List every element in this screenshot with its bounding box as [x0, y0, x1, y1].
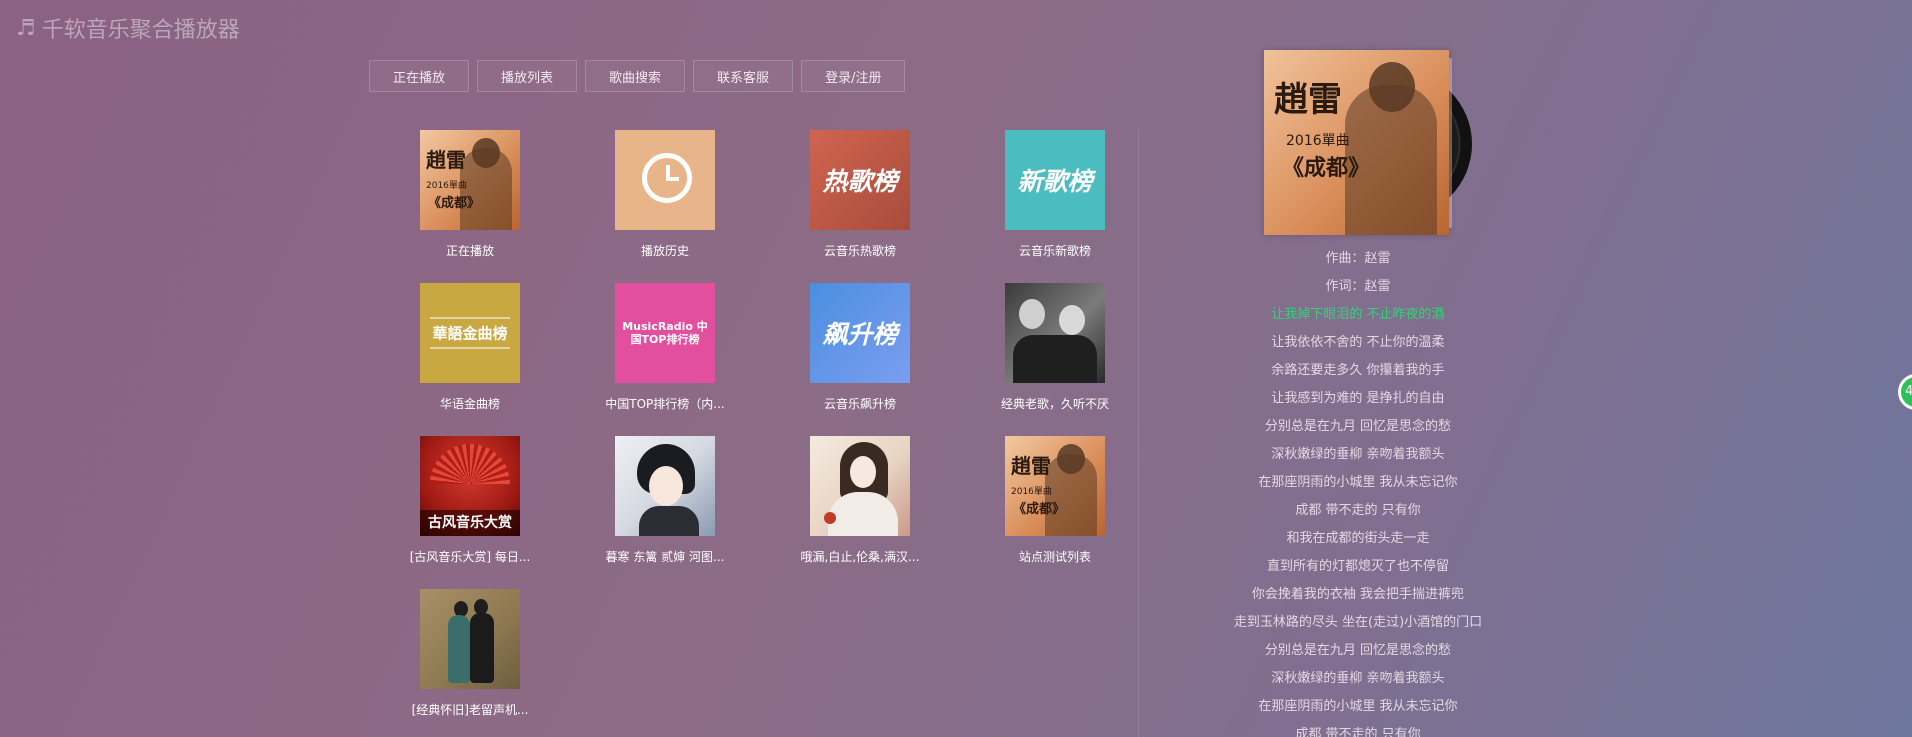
cover-year: 2016單曲 — [1011, 487, 1052, 497]
cover-year: 2016單曲 — [426, 181, 467, 191]
girl-face — [850, 456, 876, 488]
anime-face — [649, 466, 683, 506]
cover-signature: 趙雷 — [1011, 454, 1051, 478]
playlist-cover-zhao-lei: 趙雷 2016單曲 《成都》 — [1005, 436, 1105, 536]
cover-text: MusicRadio 中国TOP排行榜 — [622, 320, 708, 346]
playlist-tile-top[interactable]: MusicRadio 中国TOP排行榜 中国TOP排行榜（内... — [590, 283, 740, 412]
nav-now-playing-button[interactable]: 正在播放 — [369, 60, 470, 92]
lyric-line: 走到玉林路的尽头 坐在(走过)小酒馆的门口 — [1233, 615, 1483, 630]
cover-text: 热歌榜 — [822, 167, 898, 196]
lyric-line: 直到所有的灯都熄灭了也不停留 — [1266, 559, 1449, 574]
figure-robe — [448, 615, 470, 683]
playlist-tile-now-playing[interactable]: 趙雷 2016單曲 《成都》 正在播放 — [395, 130, 545, 259]
top-nav: 正在播放 播放列表 歌曲搜索 联系客服 登录/注册 — [369, 60, 906, 92]
lyric-line: 和我在成都的街头走一走 — [1286, 531, 1430, 546]
playlist-cover-hot: 热歌榜 — [810, 130, 910, 230]
playlist-tile-rise[interactable]: 飙升榜 云音乐飙升榜 — [785, 283, 935, 412]
album-signature: 趙雷 — [1274, 80, 1342, 120]
playlist-label: 暮寒 东篱 贰婶 河图... — [605, 550, 725, 564]
playlist-tile-gold[interactable]: 華語金曲榜 华语金曲榜 — [395, 283, 545, 412]
playlist-label: 正在播放 — [445, 244, 494, 258]
cover-figure-body — [1045, 454, 1097, 536]
cover-signature: 趙雷 — [426, 148, 466, 172]
lyric-line: 让我感到为难的 是挣扎的自由 — [1271, 391, 1445, 406]
history-clock-icon — [642, 153, 692, 203]
playlist-tile-hot[interactable]: 热歌榜 云音乐热歌榜 — [785, 130, 935, 259]
app-title-text: 千软音乐聚合播放器 — [41, 18, 240, 43]
lyric-line: 深秋嫩绿的垂柳 亲吻着我额头 — [1271, 447, 1445, 462]
lyric-line: 分别总是在九月 回忆是思念的愁 — [1264, 643, 1452, 658]
playlist-tile-ancient-girl[interactable]: 哦漏,白止,伦桑,满汉... — [785, 436, 935, 565]
photo-face — [1059, 305, 1085, 335]
playlist-tile-ancient[interactable]: 古风音乐大赏 [古风音乐大赏] 每日... — [395, 436, 545, 565]
playlist-cover-old-photo — [1005, 283, 1105, 383]
cover-title: 《成都》 — [428, 196, 481, 211]
cover-title: 《成都》 — [1013, 502, 1066, 517]
now-playing-album-art[interactable]: 趙雷 2016單曲 《成都》 — [1264, 50, 1449, 235]
lyric-line: 成都 带不走的 只有你 — [1295, 503, 1421, 518]
lyric-line: 成都 带不走的 只有你 — [1295, 727, 1421, 737]
app-title: ♬ 千软音乐聚合播放器 — [16, 12, 240, 44]
umbrella-shape — [430, 444, 510, 484]
playlist-cover-ancient: 古风音乐大赏 — [420, 436, 520, 536]
playlist-tile-oldies[interactable]: 经典老歌，久听不厌 — [980, 283, 1130, 412]
playlist-label: [古风音乐大赏] 每日... — [409, 550, 531, 564]
playlist-tile-classic[interactable]: [经典怀旧]老留声机... — [395, 589, 545, 718]
lyric-line: 作词：赵雷 — [1325, 279, 1391, 294]
playlist-label: 云音乐飙升榜 — [823, 397, 896, 411]
lyric-line: 你会挽着我的衣袖 我会把手揣进裤兜 — [1251, 587, 1465, 602]
playlist-label: 哦漏,白止,伦桑,满汉... — [800, 550, 920, 564]
playlist-label: 中国TOP排行榜（内... — [605, 397, 725, 411]
playlist-cover-classic-couple — [420, 589, 520, 689]
playlist-cover-top: MusicRadio 中国TOP排行榜 — [615, 283, 715, 383]
playlist-label: 经典老歌，久听不厌 — [1000, 397, 1109, 411]
playlist-label: 云音乐热歌榜 — [823, 244, 896, 258]
cover-text: 古风音乐大赏 — [420, 510, 520, 536]
photo-face — [1019, 299, 1045, 329]
music-note-icon: ♬ — [16, 15, 36, 41]
girl-robe — [828, 492, 898, 536]
playlist-cover-ancient-girl — [810, 436, 910, 536]
figure-robe — [470, 613, 494, 683]
playlist-cover-history — [615, 130, 715, 230]
cover-text: 華語金曲榜 — [430, 317, 510, 349]
nav-song-search-button[interactable]: 歌曲搜索 — [585, 60, 686, 92]
playlist-cover-zhao-lei: 趙雷 2016單曲 《成都》 — [420, 130, 520, 230]
nav-contact-support-button[interactable]: 联系客服 — [693, 60, 794, 92]
lyric-line: 让我依依不舍的 不止你的温柔 — [1271, 335, 1445, 350]
playlist-label: 播放历史 — [640, 244, 689, 258]
lyric-line-active: 让我掉下眼泪的 不止昨夜的酒 — [1271, 307, 1445, 322]
panel-divider — [1138, 130, 1139, 737]
playlist-tile-new[interactable]: 新歌榜 云音乐新歌榜 — [980, 130, 1130, 259]
playlist-cover-anime-boy — [615, 436, 715, 536]
playlist-cover-gold: 華語金曲榜 — [420, 283, 520, 383]
lyric-line: 深秋嫩绿的垂柳 亲吻着我额头 — [1271, 671, 1445, 686]
playlist-tile-test[interactable]: 趙雷 2016單曲 《成都》 站点测试列表 — [980, 436, 1130, 565]
photo-bodies — [1013, 335, 1097, 383]
nav-login-register-button[interactable]: 登录/注册 — [801, 60, 906, 92]
cover-text: 新歌榜 — [1017, 167, 1093, 196]
playlist-label: 华语金曲榜 — [439, 397, 500, 411]
lyric-line: 余路还要走多久 你攥着我的手 — [1271, 363, 1445, 378]
playlist-label: [经典怀旧]老留声机... — [411, 703, 529, 717]
lyric-line: 在那座阴雨的小城里 我从未忘记你 — [1258, 475, 1458, 490]
lyric-line: 分别总是在九月 回忆是思念的愁 — [1264, 419, 1452, 434]
playlist-cover-new: 新歌榜 — [1005, 130, 1105, 230]
flower-accent — [824, 512, 836, 524]
lyric-line: 在那座阴雨的小城里 我从未忘记你 — [1258, 699, 1458, 714]
cover-figure-body — [460, 148, 512, 230]
playlist-cover-rise: 飙升榜 — [810, 283, 910, 383]
album-year-text: 2016單曲 — [1286, 133, 1350, 149]
playlist-tile-history[interactable]: 播放历史 — [590, 130, 740, 259]
cover-text: 飙升榜 — [822, 320, 898, 349]
lyrics-panel[interactable]: 作曲：赵雷作词：赵雷让我掉下眼泪的 不止昨夜的酒 让我依依不舍的 不止你的温柔 余路… — [1200, 248, 1516, 737]
nav-playlist-button[interactable]: 播放列表 — [477, 60, 578, 92]
floating-chat-button[interactable]: 4 — [1898, 374, 1912, 410]
album-title-text: 《成都》 — [1282, 155, 1371, 181]
anime-body — [639, 506, 699, 536]
playlist-label: 站点测试列表 — [1018, 550, 1091, 564]
lyric-line: 作曲：赵雷 — [1325, 251, 1391, 266]
playlist-label: 云音乐新歌榜 — [1018, 244, 1091, 258]
playlist-tile-anime[interactable]: 暮寒 东篱 贰婶 河图... — [590, 436, 740, 565]
